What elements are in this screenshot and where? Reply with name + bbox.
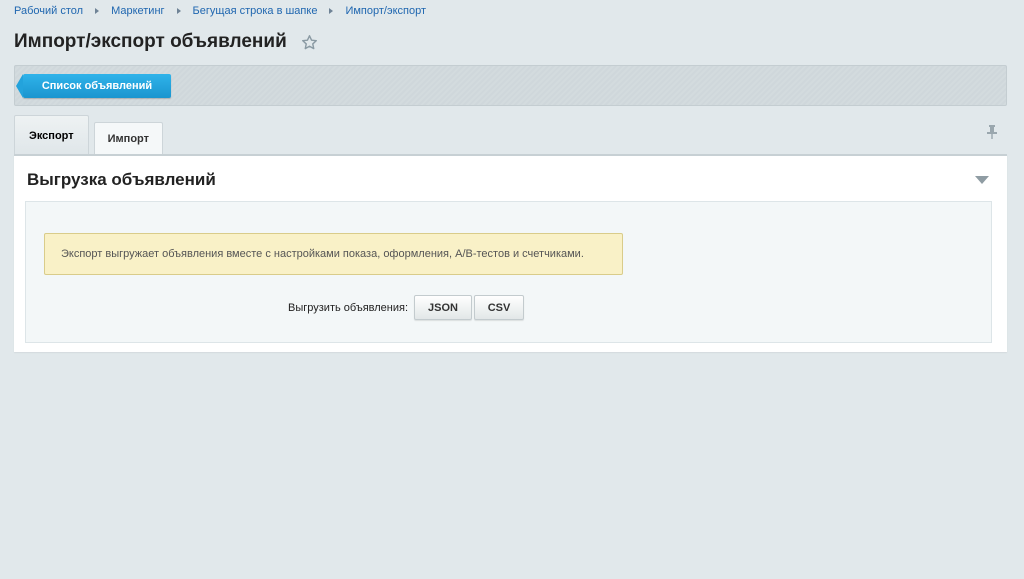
ads-list-button[interactable]: Список объявлений	[16, 74, 171, 98]
export-json-button[interactable]: JSON	[414, 295, 473, 320]
page-title-text: Импорт/экспорт объявлений	[14, 31, 287, 52]
breadcrumb-separator-icon	[95, 8, 100, 14]
breadcrumb-item-import-export[interactable]: Импорт/экспорт	[345, 5, 426, 17]
breadcrumb-item-ticker[interactable]: Бегущая строка в шапке	[193, 5, 318, 17]
breadcrumb-separator-icon	[329, 8, 334, 14]
notice-text: Экспорт выгружает объявления вместе с на…	[61, 248, 584, 260]
breadcrumb: Рабочий стол Маркетинг Бегущая строка в …	[14, 5, 426, 17]
section-title: Выгрузка объявлений	[27, 170, 216, 189]
tab-import[interactable]: Импорт	[93, 122, 164, 155]
export-panel: Выгрузка объявлений Экспорт выгружает об…	[14, 154, 1007, 352]
page-title: Импорт/экспорт объявлений	[14, 31, 318, 53]
breadcrumb-separator-icon	[176, 8, 181, 14]
toolbar: Список объявлений	[14, 65, 1007, 106]
export-label: Выгрузить объявления:	[288, 301, 409, 314]
triangle-down-icon[interactable]	[975, 176, 989, 184]
star-icon[interactable]	[301, 34, 318, 51]
tab-export[interactable]: Экспорт	[14, 115, 89, 155]
info-notice: Экспорт выгружает объявления вместе с на…	[44, 233, 623, 275]
export-csv-button[interactable]: CSV	[474, 295, 525, 320]
export-content: Экспорт выгружает объявления вместе с на…	[25, 201, 992, 343]
breadcrumb-item-marketing[interactable]: Маркетинг	[111, 5, 164, 17]
breadcrumb-item-desktop[interactable]: Рабочий стол	[14, 5, 83, 17]
pin-icon[interactable]	[985, 124, 999, 140]
tabs: Экспорт Импорт	[14, 115, 168, 155]
export-row: Выгрузить объявления: JSON CSV	[288, 295, 526, 320]
